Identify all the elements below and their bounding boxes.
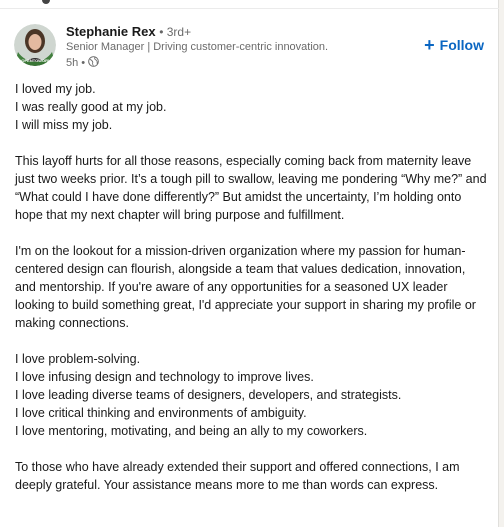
post-paragraph: To those who have already extended their… bbox=[15, 460, 460, 492]
follow-label: Follow bbox=[439, 37, 484, 53]
post-line: I was really good at my job. bbox=[15, 100, 167, 114]
post-line: I love infusing design and technology to… bbox=[15, 370, 314, 384]
plus-icon: + bbox=[424, 35, 435, 55]
author-name-line[interactable]: Stephanie Rex • 3rd+ bbox=[66, 24, 191, 39]
post-line: I love mentoring, motivating, and being … bbox=[15, 424, 368, 438]
connection-degree: • 3rd+ bbox=[159, 25, 192, 39]
globe-icon bbox=[88, 56, 99, 70]
author-name[interactable]: Stephanie Rex bbox=[66, 24, 156, 39]
avatar[interactable]: #OPENTOWORK bbox=[14, 24, 56, 66]
more-options-icon[interactable] bbox=[42, 0, 50, 4]
post-meta: 5h • bbox=[66, 56, 99, 70]
post-line: I love critical thinking and environment… bbox=[15, 406, 307, 420]
post-line: I will miss my job. bbox=[15, 118, 113, 132]
follow-button[interactable]: + Follow bbox=[424, 35, 484, 55]
open-to-work-badge: #OPENTOWORK bbox=[19, 58, 51, 63]
post-paragraph: I love problem-solving. I love infusing … bbox=[15, 350, 487, 440]
post-card: #OPENTOWORK Stephanie Rex • 3rd+ Senior … bbox=[0, 0, 499, 527]
post-paragraph: This layoff hurts for all those reasons,… bbox=[15, 154, 487, 222]
post-paragraph: I'm on the lookout for a mission-driven … bbox=[15, 244, 476, 330]
post-line: I loved my job. bbox=[15, 82, 96, 96]
post-body: I loved my job. I was really good at my … bbox=[15, 80, 487, 512]
post-line: I love leading diverse teams of designer… bbox=[15, 388, 402, 402]
post-paragraph: I loved my job. I was really good at my … bbox=[15, 80, 487, 134]
post-line: I love problem-solving. bbox=[15, 352, 141, 366]
previous-post-edge bbox=[0, 0, 499, 9]
author-headline: Senior Manager | Driving customer-centri… bbox=[66, 41, 329, 53]
profile-photo: #OPENTOWORK bbox=[14, 24, 56, 66]
post-time: 5h • bbox=[66, 57, 86, 69]
